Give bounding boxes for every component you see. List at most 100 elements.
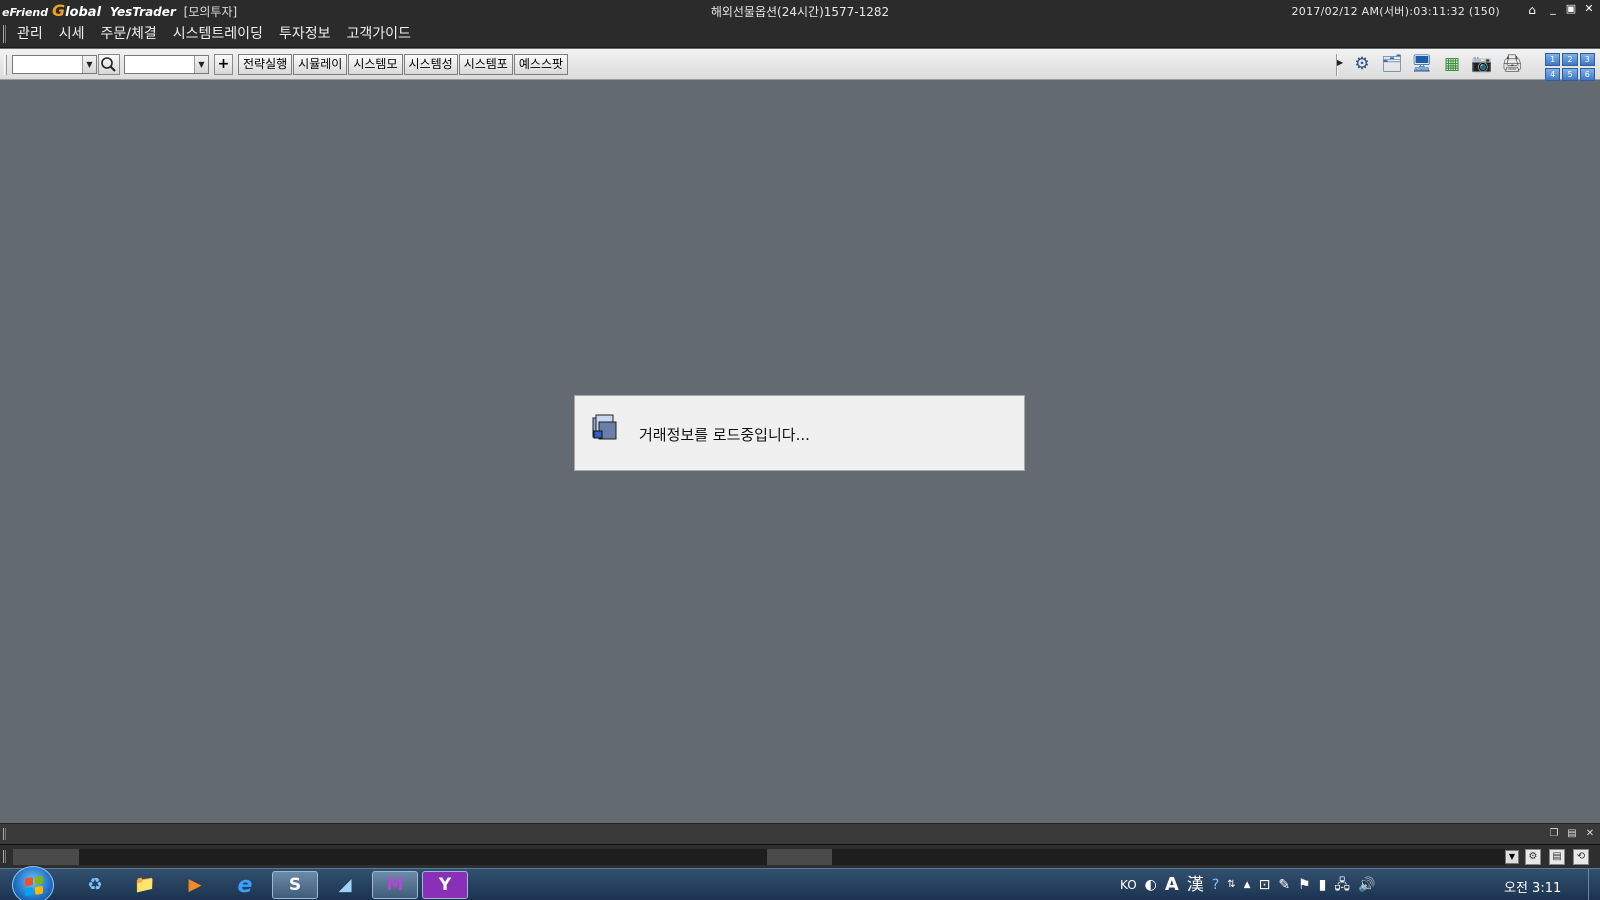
language-indicator[interactable]: KO xyxy=(1120,878,1137,892)
screen-layout-grid: 1 2 3 4 5 6 xyxy=(1545,53,1595,81)
tile-icon[interactable]: ▤ xyxy=(1566,828,1578,840)
toolbar-expand-icon[interactable]: ▶ xyxy=(1337,58,1343,67)
menu-orders[interactable]: 주문/체결 xyxy=(93,25,165,43)
menu-grip[interactable] xyxy=(3,25,6,43)
printer-icon[interactable]: 🖨 xyxy=(1500,53,1524,76)
ticker-dropdown[interactable]: ▼ xyxy=(1505,850,1519,864)
database-icon xyxy=(592,414,617,440)
layout-1-button[interactable]: 1 xyxy=(1545,53,1561,66)
logo-yestrader: YesTrader xyxy=(109,5,176,19)
monitor-icon[interactable]: 🖥 xyxy=(1410,53,1434,76)
ticker-segment xyxy=(13,849,79,865)
symbol-combo[interactable]: ▼ xyxy=(12,55,97,74)
menu-items: 관리 시세 주문/체결 시스템트레이딩 투자정보 고객가이드 xyxy=(17,25,419,43)
action-center-flag-icon[interactable]: ⚑ xyxy=(1298,875,1311,895)
window-controls: _ ▣ ✕ xyxy=(1546,2,1596,16)
taskbar-app-edit[interactable]: ◢ xyxy=(322,871,368,899)
mode-label: [모의투자] xyxy=(183,5,238,19)
ime-options-icon[interactable]: ⇅ xyxy=(1227,875,1235,895)
show-desktop-button[interactable] xyxy=(1588,869,1600,900)
loading-message: 거래정보를 로드중입니다... xyxy=(639,426,810,444)
close-all-icon[interactable]: ✕ xyxy=(1584,828,1596,840)
taskbar-app-recycle[interactable]: ♻ xyxy=(72,871,118,899)
search-icon xyxy=(101,57,116,72)
strategy-run-button[interactable]: 전략실행 xyxy=(238,54,293,75)
tool-icons: ⚙ 🗂 🖥 ▦ 📷 🖨 xyxy=(1350,53,1524,76)
minimize-button[interactable]: _ xyxy=(1546,2,1560,16)
taskbar-app-m[interactable]: M xyxy=(372,871,418,899)
tray-pen-icon[interactable]: ✎ xyxy=(1278,875,1290,895)
ticker-grip[interactable] xyxy=(3,850,6,863)
windows-logo-icon xyxy=(25,875,43,897)
server-datetime: 2017/02/12 AM(서버):03:11:32 (150) xyxy=(1291,5,1500,18)
menu-manage[interactable]: 관리 xyxy=(17,25,51,43)
title-bar: eFriend Global YesTrader [모의투자] 해외선물옵션(2… xyxy=(0,0,1600,20)
ticker-bar: ▼ ⚙ ▤ ⟲ xyxy=(0,844,1600,868)
cascade-icon[interactable]: ❐ xyxy=(1548,828,1560,840)
system-buttons: 전략실행 시뮬레이 시스템모 시스템성 시스템포 예스스팟 xyxy=(238,54,569,75)
yes-spot-button[interactable]: 예스스팟 xyxy=(513,54,569,75)
layout-3-button[interactable]: 3 xyxy=(1579,53,1595,66)
status-bar: ❐ ▤ ✕ xyxy=(0,823,1600,844)
toolbar-grip[interactable] xyxy=(4,55,7,75)
ime-icon[interactable]: ◐ xyxy=(1145,875,1157,895)
battery-icon[interactable]: ▮ xyxy=(1319,875,1327,895)
layout-grid-icon[interactable]: ▦ xyxy=(1440,53,1464,76)
add-button[interactable]: + xyxy=(214,54,233,75)
system-tray: KO ◐ A 漢 ? ⇅ ▲ ⊡ ✎ ⚑ ▮ 🖧 🔊 xyxy=(1120,875,1375,896)
ticker-segment xyxy=(832,849,1505,865)
settings-gear-icon[interactable]: ⚙ xyxy=(1350,53,1374,76)
network-icon[interactable]: 🖧 xyxy=(1334,875,1350,895)
app-logo: eFriend Global YesTrader [모의투자] xyxy=(2,1,238,20)
ticker-segment xyxy=(79,849,767,865)
taskbar-app-media[interactable]: ▶ xyxy=(172,871,218,899)
menu-bar: 관리 시세 주문/체결 시스템트레이딩 투자정보 고객가이드 xyxy=(0,20,1600,48)
chevron-down-icon[interactable]: ▼ xyxy=(82,56,96,73)
taskbar-app-ie[interactable]: e xyxy=(222,871,268,899)
tray-app-icon[interactable]: ⊡ xyxy=(1259,875,1271,895)
windows-taskbar: ♻ 📁 ▶ e S ◢ M Y KO ◐ A 漢 ? ⇅ ▲ ⊡ ✎ ⚑ ▮ 🖧… xyxy=(0,866,1600,900)
taskbar-apps: ♻ 📁 ▶ e S ◢ M Y xyxy=(72,871,468,899)
menu-customer-guide[interactable]: 고객가이드 xyxy=(338,25,418,43)
help-icon[interactable]: ? xyxy=(1212,875,1219,895)
menu-system-trading[interactable]: 시스템트레이딩 xyxy=(165,25,271,43)
chevron-down-icon[interactable]: ▼ xyxy=(194,56,208,73)
system-portfolio-button[interactable]: 시스템포 xyxy=(458,54,513,75)
simulation-button[interactable]: 시뮬레이 xyxy=(293,54,348,75)
restore-button[interactable]: ▣ xyxy=(1564,2,1578,16)
ticker-settings-icon[interactable]: ⚙ xyxy=(1525,849,1541,865)
camera-icon[interactable]: 📷 xyxy=(1470,53,1494,76)
taskbar-app-explorer[interactable]: 📁 xyxy=(122,871,168,899)
loading-dialog: 거래정보를 로드중입니다... xyxy=(574,395,1025,471)
toolbar: ▼ ▼ + 전략실행 시뮬레이 시스템모 시스템성 시스템포 예스스팟 ▶ ⚙ … xyxy=(0,49,1600,80)
home-icon[interactable]: ⌂ xyxy=(1524,2,1540,18)
ticker-icons: ⚙ ▤ ⟲ xyxy=(1525,849,1589,865)
ime-mode-icon[interactable]: A xyxy=(1165,875,1179,895)
hanja-icon[interactable]: 漢 xyxy=(1187,875,1204,895)
menu-investment-info[interactable]: 투자정보 xyxy=(271,25,339,43)
status-buttons: ❐ ▤ ✕ xyxy=(1548,828,1596,840)
volume-icon[interactable]: 🔊 xyxy=(1358,875,1375,895)
layout-6-button[interactable]: 6 xyxy=(1579,68,1595,81)
screen-combo[interactable]: ▼ xyxy=(124,55,209,74)
layout-4-button[interactable]: 4 xyxy=(1545,68,1561,81)
system-model-button[interactable]: 시스템모 xyxy=(348,54,403,75)
layout-5-button[interactable]: 5 xyxy=(1562,68,1578,81)
layout-2-button[interactable]: 2 xyxy=(1562,53,1578,66)
logo-g: G xyxy=(51,1,66,20)
start-button[interactable] xyxy=(12,866,54,900)
close-button[interactable]: ✕ xyxy=(1582,2,1596,16)
taskbar-clock[interactable]: 오전 3:11 xyxy=(1504,877,1561,896)
document-icon[interactable]: 🗂 xyxy=(1380,53,1404,76)
menu-quotes[interactable]: 시세 xyxy=(51,25,93,43)
ticker-segment xyxy=(767,849,832,865)
system-performance-button[interactable]: 시스템성 xyxy=(403,54,458,75)
ticker-list-icon[interactable]: ▤ xyxy=(1549,849,1565,865)
taskbar-app-yestrader[interactable]: Y xyxy=(422,871,468,899)
logo-global: lobal xyxy=(65,5,102,20)
search-button[interactable] xyxy=(98,54,120,75)
taskbar-app-s[interactable]: S xyxy=(272,871,318,899)
status-grip[interactable] xyxy=(3,828,6,840)
show-hidden-icons[interactable]: ▲ xyxy=(1244,875,1251,895)
ticker-refresh-icon[interactable]: ⟲ xyxy=(1573,849,1589,865)
